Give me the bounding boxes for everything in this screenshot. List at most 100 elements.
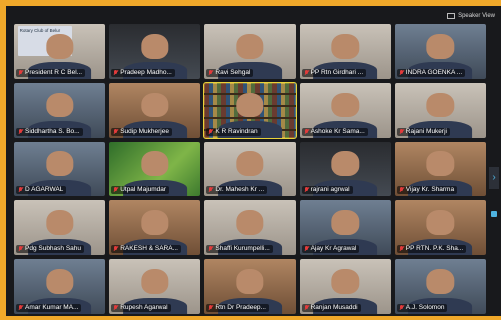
- participant-name: D AGARWAL: [25, 186, 64, 194]
- muted-mic-icon: [399, 69, 404, 76]
- participant-video-face: [426, 33, 455, 59]
- participant-name-tag: Rupesh Agarwal: [111, 303, 171, 312]
- participant-video-face: [141, 33, 169, 59]
- participant-name-tag: PP RTN. P.K. Sha...: [396, 245, 467, 254]
- participant-name-tag: Ashoke Kr Sama...: [301, 127, 368, 136]
- participant-video-face: [45, 151, 74, 177]
- participant-tile[interactable]: Ravi Sehgal: [204, 24, 296, 79]
- participant-name: Amar Kumar MA...: [25, 303, 79, 311]
- participant-tile[interactable]: Siddhartha S. Bo...: [14, 82, 106, 138]
- participant-name-tag: Siddhartha S. Bo...: [16, 127, 83, 136]
- participant-name-tag: RAKESH & SARA...: [111, 245, 181, 254]
- participant-name: PP RTN. P.K. Sha...: [405, 245, 464, 253]
- participant-video-face: [236, 151, 264, 177]
- participant-name: PP Rtn Girdhari ...: [310, 68, 364, 76]
- muted-mic-icon: [304, 187, 309, 193]
- participant-video-face: [141, 269, 169, 294]
- participant-name: RAKESH & SARA...: [120, 245, 178, 253]
- participant-name-tag: Pdg Subhash Sahu: [16, 245, 85, 254]
- participant-tile[interactable]: K R Ravindran: [203, 81, 297, 139]
- participant-tile[interactable]: Rotary Club of Belur President R C Bel...: [14, 24, 106, 79]
- participant-name-tag: Ajay Kr Agrawal: [301, 245, 360, 254]
- participant-tile[interactable]: A.J. Solomon: [394, 259, 486, 314]
- muted-mic-icon: [399, 187, 404, 193]
- participant-video-face: [236, 33, 264, 59]
- participant-tile[interactable]: INDRA GOENKA ...: [394, 24, 486, 79]
- participant-tile[interactable]: Vijay Kr. Sharma: [394, 141, 486, 197]
- participant-tile[interactable]: PP RTN. P.K. Sha...: [394, 200, 486, 256]
- participant-name-tag: Sudip Mukherjee: [111, 127, 172, 136]
- participant-tile[interactable]: Rtn Dr Pradeep...: [204, 259, 296, 314]
- participant-name: Ravi Sehgal: [215, 68, 251, 76]
- speaker-view-icon: [447, 13, 456, 19]
- participant-video-face: [45, 210, 74, 235]
- participant-name: Pdg Subhash Sahu: [25, 245, 82, 253]
- muted-mic-icon: [208, 246, 213, 252]
- participant-name-tag: Dr. Mahesh Kr ...: [206, 186, 268, 195]
- next-page-arrow-icon[interactable]: ›: [489, 167, 499, 190]
- participant-tile[interactable]: Ashoke Kr Sama...: [299, 82, 391, 138]
- muted-mic-icon: [113, 128, 118, 135]
- participant-name: Sudip Mukherjee: [120, 127, 169, 135]
- participant-video-face: [331, 151, 359, 177]
- participant-video-face: [426, 210, 455, 235]
- muted-mic-icon: [113, 246, 118, 252]
- muted-mic-icon: [304, 128, 309, 135]
- participant-name-tag: K R Ravindran: [206, 127, 261, 136]
- participant-name: Vijay Kr. Sharma: [405, 186, 455, 194]
- participant-name-tag: Shaffi Kurumpelli...: [206, 245, 273, 254]
- participant-name-tag: Amar Kumar MA...: [16, 303, 82, 312]
- participant-tile[interactable]: rajrani agrwal: [299, 141, 391, 197]
- muted-mic-icon: [18, 187, 23, 193]
- participant-tile[interactable]: Shaffi Kurumpelli...: [204, 200, 296, 256]
- share-indicator-icon: [491, 210, 497, 217]
- participant-name-tag: A.J. Solomon: [396, 303, 448, 312]
- participant-tile[interactable]: D AGARWAL: [14, 141, 106, 197]
- participant-name-tag: Rajani Mukerji: [396, 127, 450, 136]
- participant-tile[interactable]: Pdg Subhash Sahu: [14, 200, 106, 256]
- muted-mic-icon: [18, 304, 23, 311]
- participant-video-face: [141, 151, 169, 177]
- participant-name: Ranjan Musaddi: [310, 303, 358, 311]
- participant-name-tag: Ravi Sehgal: [206, 68, 254, 77]
- muted-mic-icon: [399, 128, 404, 135]
- participant-tile[interactable]: Utpal Majumdar: [109, 141, 201, 197]
- participant-tile[interactable]: Rajani Mukerji: [394, 82, 486, 138]
- participant-video-face: [45, 92, 74, 118]
- participant-tile[interactable]: RAKESH & SARA...: [109, 200, 201, 256]
- muted-mic-icon: [113, 304, 118, 311]
- participant-video-face: [45, 269, 74, 294]
- participant-name: Utpal Majumdar: [120, 186, 167, 194]
- participant-name: rajrani agrwal: [310, 186, 350, 194]
- participant-name-tag: Pradeep Madho...: [111, 68, 175, 77]
- participant-tile[interactable]: Dr. Mahesh Kr ...: [204, 141, 296, 197]
- muted-mic-icon: [399, 304, 404, 311]
- participant-name: A.J. Solomon: [405, 303, 445, 311]
- muted-mic-icon: [399, 246, 404, 252]
- muted-mic-icon: [18, 246, 23, 252]
- participant-name: K R Ravindran: [215, 127, 258, 135]
- participant-tile[interactable]: PP Rtn Girdhari ...: [299, 24, 391, 79]
- participant-tile[interactable]: Rupesh Agarwal: [109, 259, 201, 314]
- participant-tile[interactable]: Ranjan Musaddi: [299, 259, 391, 314]
- participant-name: Shaffi Kurumpelli...: [215, 245, 270, 253]
- participant-video-face: [426, 151, 455, 177]
- participant-video-face: [141, 210, 169, 235]
- participant-tile[interactable]: Pradeep Madho...: [109, 24, 201, 79]
- participant-tile[interactable]: Sudip Mukherjee: [109, 82, 201, 138]
- participant-tile[interactable]: Amar Kumar MA...: [14, 259, 106, 314]
- participant-name: Rtn Dr Pradeep...: [215, 303, 266, 311]
- participant-name: Rajani Mukerji: [405, 127, 447, 135]
- participant-video-face: [331, 33, 359, 59]
- view-switcher[interactable]: Speaker View: [447, 10, 495, 22]
- participant-name-tag: Vijay Kr. Sharma: [396, 186, 458, 195]
- muted-mic-icon: [304, 304, 309, 311]
- participant-name: Ashoke Kr Sama...: [310, 127, 365, 135]
- participant-tile[interactable]: Ajay Kr Agrawal: [299, 200, 391, 256]
- participant-name-tag: D AGARWAL: [16, 186, 67, 195]
- muted-mic-icon: [304, 69, 309, 76]
- participant-video-face: [236, 210, 264, 235]
- participant-name: President R C Bel...: [25, 68, 83, 76]
- participant-video-face: [236, 269, 264, 294]
- muted-mic-icon: [18, 128, 23, 135]
